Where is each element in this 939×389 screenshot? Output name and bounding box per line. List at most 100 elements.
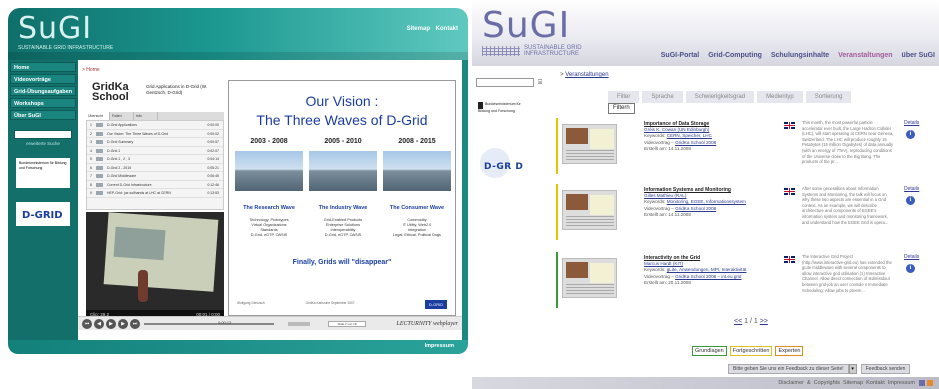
chapter-title: D-Grid 2 - 2015 xyxy=(107,165,132,170)
thumbnail-slide xyxy=(590,195,614,215)
chapter-thumbnail xyxy=(96,165,103,170)
chapter-title: D-Grid 1 , 2 , 3 xyxy=(107,157,130,161)
left-impressum-link[interactable]: Impressum xyxy=(425,343,454,349)
chapter-item[interactable]: 5 D-Grid 1 , 2 , 3 0:04:14 xyxy=(87,155,223,164)
level-experten: Experten xyxy=(775,346,804,356)
search-icon[interactable]: ⌸ xyxy=(538,78,546,87)
chapter-title: D-Grid Summary xyxy=(107,140,134,144)
filter-tab-sprache[interactable]: Sprache xyxy=(642,91,683,103)
footer-disclaimer[interactable]: Disclaimer xyxy=(778,380,804,386)
chevron-down-icon[interactable]: ▾ xyxy=(848,364,857,374)
chapter-item[interactable]: 8 Current D-Grid Infrastructure 0:12:46 xyxy=(87,181,223,189)
filter-tab-filter[interactable]: Filter xyxy=(608,91,640,103)
chapter-time: 0:02:07 xyxy=(207,148,219,153)
result-details-link[interactable]: Details xyxy=(904,254,919,260)
footer-kontakt[interactable]: Kontakt xyxy=(866,380,885,386)
chapter-item[interactable]: 7 D-Grid Middleware 0:06:45 xyxy=(87,172,223,181)
left-logo-text: SuGI xyxy=(18,11,93,46)
left-sugi-logo[interactable]: SuGI SUSTAINABLE GRID INFRASTRUCTURE xyxy=(18,14,128,58)
chapter-item[interactable]: 6 D-Grid 2 - 2015 0:05:21 xyxy=(87,164,223,172)
keywords-links[interactable]: gLite, Anwendungen, MPI, Interaktivität xyxy=(667,267,747,272)
next-slide-button[interactable]: ▶ xyxy=(118,319,128,329)
footer-sitemap[interactable]: Sitemap xyxy=(843,380,863,386)
play-button[interactable]: ▶ xyxy=(106,319,116,329)
keywords-label: Keywords: xyxy=(644,133,666,139)
difficulty-bar xyxy=(556,252,558,308)
result-abstract: This month, the most powerful particle a… xyxy=(802,120,894,165)
left-search-input[interactable] xyxy=(14,130,72,139)
feedback-send-button[interactable]: Feedback senden xyxy=(860,364,911,374)
tab-info[interactable]: Info xyxy=(134,112,158,120)
left-nav-uebungsaufgaben[interactable]: Grid-Übungsaufgaben xyxy=(10,86,76,96)
footer-impressum[interactable]: Impressum xyxy=(888,380,915,386)
nav-veranstaltungen[interactable]: Veranstaltungen xyxy=(838,52,892,59)
left-footer: Impressum xyxy=(8,340,468,354)
right-dgrid-logo: D-GR D xyxy=(480,148,532,184)
left-nav-ueber-sugi[interactable]: Über SuGI xyxy=(10,110,76,120)
chapter-number: 2 xyxy=(90,131,92,136)
last-slide-button[interactable]: ⏭ xyxy=(130,319,140,329)
result-details-link[interactable]: Details xyxy=(904,120,919,126)
footer-copyrights[interactable]: Copyrights xyxy=(814,380,840,386)
chapter-time: 0:04:14 xyxy=(207,157,219,161)
slide-title-line1: Our Vision : xyxy=(305,93,379,109)
breadcrumb-veranstaltungen[interactable]: Veranstaltungen xyxy=(565,72,608,78)
info-icon[interactable]: i xyxy=(906,130,915,139)
first-slide-button[interactable]: ⏮ xyxy=(82,319,92,329)
left-kontakt-link[interactable]: Kontakt xyxy=(436,26,458,32)
prev-slide-button[interactable]: ◀ xyxy=(94,319,104,329)
chapter-item[interactable]: 4 D-Grid 1 0:02:07 xyxy=(87,147,223,155)
left-nav-workshops[interactable]: Workshops xyxy=(10,98,76,108)
right-header: SuGI SUSTAINABLE GRID INFRASTRUCTURE SuG… xyxy=(472,0,939,66)
chapter-item[interactable]: 9 HEP-Grid: jus sollhands at LHC at CERN 0… xyxy=(87,189,223,198)
pager-prev[interactable]: << xyxy=(734,318,742,325)
result-thumbnail[interactable] xyxy=(562,258,617,298)
nav-schulungsinhalte[interactable]: Schulungsinhalte xyxy=(771,52,829,59)
filtern-button[interactable]: Filtern xyxy=(608,103,635,114)
chapter-item[interactable]: 1 D-Grid Applications 0:00:00 xyxy=(87,121,223,130)
result-thumbnail[interactable] xyxy=(562,124,617,164)
screenshot-root: SuGI SUSTAINABLE GRID INFRASTRUCTURE Sit… xyxy=(0,0,939,389)
result-details-link[interactable]: Details xyxy=(904,186,919,192)
left-sitemap-link[interactable]: Sitemap xyxy=(407,26,430,32)
right-sugi-logo[interactable]: SuGI SUSTAINABLE GRID INFRASTRUCTURE xyxy=(482,8,582,56)
keywords-links[interactable]: CERN, Speicher, LHC xyxy=(667,133,712,138)
right-search-input[interactable] xyxy=(476,78,534,87)
nav-sugi-portal[interactable]: SuGI-Portal xyxy=(661,52,700,59)
left-nav-home[interactable]: Home xyxy=(10,62,76,72)
print-icon[interactable] xyxy=(919,380,925,386)
feedback-select[interactable]: Bitte geben Sie uns ein Feedback zu dies… xyxy=(728,364,849,374)
chapter-item[interactable]: 2 Our Vision: The Three Waves of D-Grid 0:… xyxy=(87,130,223,138)
chapter-list: 1 D-Grid Applications 0:00:00 2 Our Vision: … xyxy=(86,120,224,210)
chapter-number: 8 xyxy=(90,182,92,187)
chapter-item[interactable]: 3 D-Grid Summary 0:00:57 xyxy=(87,138,223,147)
filter-tab-sortierung[interactable]: Sortierung xyxy=(805,91,852,103)
left-breadcrumb[interactable]: > Home xyxy=(82,67,100,73)
tab-folien[interactable]: Folien xyxy=(110,112,134,120)
nav-ueber-sugi[interactable]: über SuGI xyxy=(902,52,935,59)
video-link[interactable]: GridKa School 2008 xyxy=(675,140,716,145)
video-link[interactable]: GridKa School 2008 – int.eu.grid xyxy=(675,274,741,279)
chapter-title: D-Grid Middleware xyxy=(107,174,137,178)
left-nav-videovortraege[interactable]: Videovorträge xyxy=(10,74,76,84)
info-icon[interactable]: i xyxy=(906,196,915,205)
left-advanced-search-link[interactable]: erweiterte Suche xyxy=(8,141,78,146)
right-logo-grid xyxy=(482,46,520,56)
chapter-thumbnail xyxy=(96,123,103,127)
pager-next[interactable]: >> xyxy=(760,318,768,325)
volume-slider[interactable] xyxy=(288,322,310,326)
info-icon[interactable]: i xyxy=(906,264,915,273)
filter-tab-medientyp[interactable]: Medientyp xyxy=(757,91,803,103)
keywords-links[interactable]: Monitoring, EGEE, Informationssystem xyxy=(667,199,746,204)
nav-grid-computing[interactable]: Grid-Computing xyxy=(708,52,762,59)
timeline-slider[interactable] xyxy=(144,323,274,325)
footer-ampersand: & xyxy=(806,380,811,386)
result-thumbnail[interactable] xyxy=(562,190,617,230)
video-link[interactable]: GridKa School 2008 xyxy=(675,206,716,211)
video-player[interactable]: Clip: 29.2 00:01 / 0:00 xyxy=(86,212,224,320)
rss-icon[interactable] xyxy=(927,380,933,386)
filter-tab-schwierigkeitsgrad[interactable]: Schwierigkeitsgrad xyxy=(685,91,755,103)
feedback-area: Bitte geben Sie uns ein Feedback zu dies… xyxy=(728,364,911,374)
right-breadcrumb: > Veranstaltungen xyxy=(560,72,609,78)
tab-uebersicht[interactable]: Übersicht xyxy=(86,112,110,120)
